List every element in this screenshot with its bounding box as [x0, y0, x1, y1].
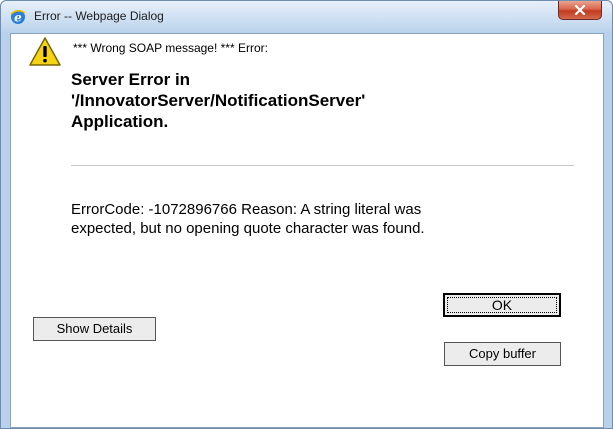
error-heading-line: '/InnovatorServer/NotificationServer': [71, 91, 366, 110]
svg-text:e: e: [14, 11, 22, 25]
show-details-button[interactable]: Show Details: [33, 317, 156, 341]
divider: [71, 165, 574, 166]
error-reason: ErrorCode: -1072896766 Reason: A string …: [71, 200, 571, 238]
error-reason-line: ErrorCode: -1072896766 Reason: A string …: [71, 201, 422, 218]
title-bar[interactable]: e Error -- Webpage Dialog: [1, 1, 612, 32]
error-heading: Server Error in '/InnovatorServer/Notifi…: [71, 69, 541, 132]
ok-button-label: OK: [491, 297, 513, 313]
soap-error-message: *** Wrong SOAP message! *** Error:: [73, 41, 268, 55]
error-heading-line: Application.: [71, 112, 169, 131]
internet-explorer-icon: e: [10, 9, 26, 25]
copy-buffer-button[interactable]: Copy buffer: [444, 342, 561, 366]
ok-button[interactable]: OK: [443, 293, 561, 317]
error-reason-line: expected, but no opening quote character…: [71, 220, 425, 237]
error-heading-line: Server Error in: [71, 70, 191, 89]
dialog-window: e Error -- Webpage Dialog *** Wrong SOAP…: [0, 0, 613, 429]
close-icon: [574, 5, 586, 15]
close-button[interactable]: [558, 1, 602, 20]
window-title: Error -- Webpage Dialog: [34, 9, 164, 23]
warning-icon: [28, 36, 62, 68]
